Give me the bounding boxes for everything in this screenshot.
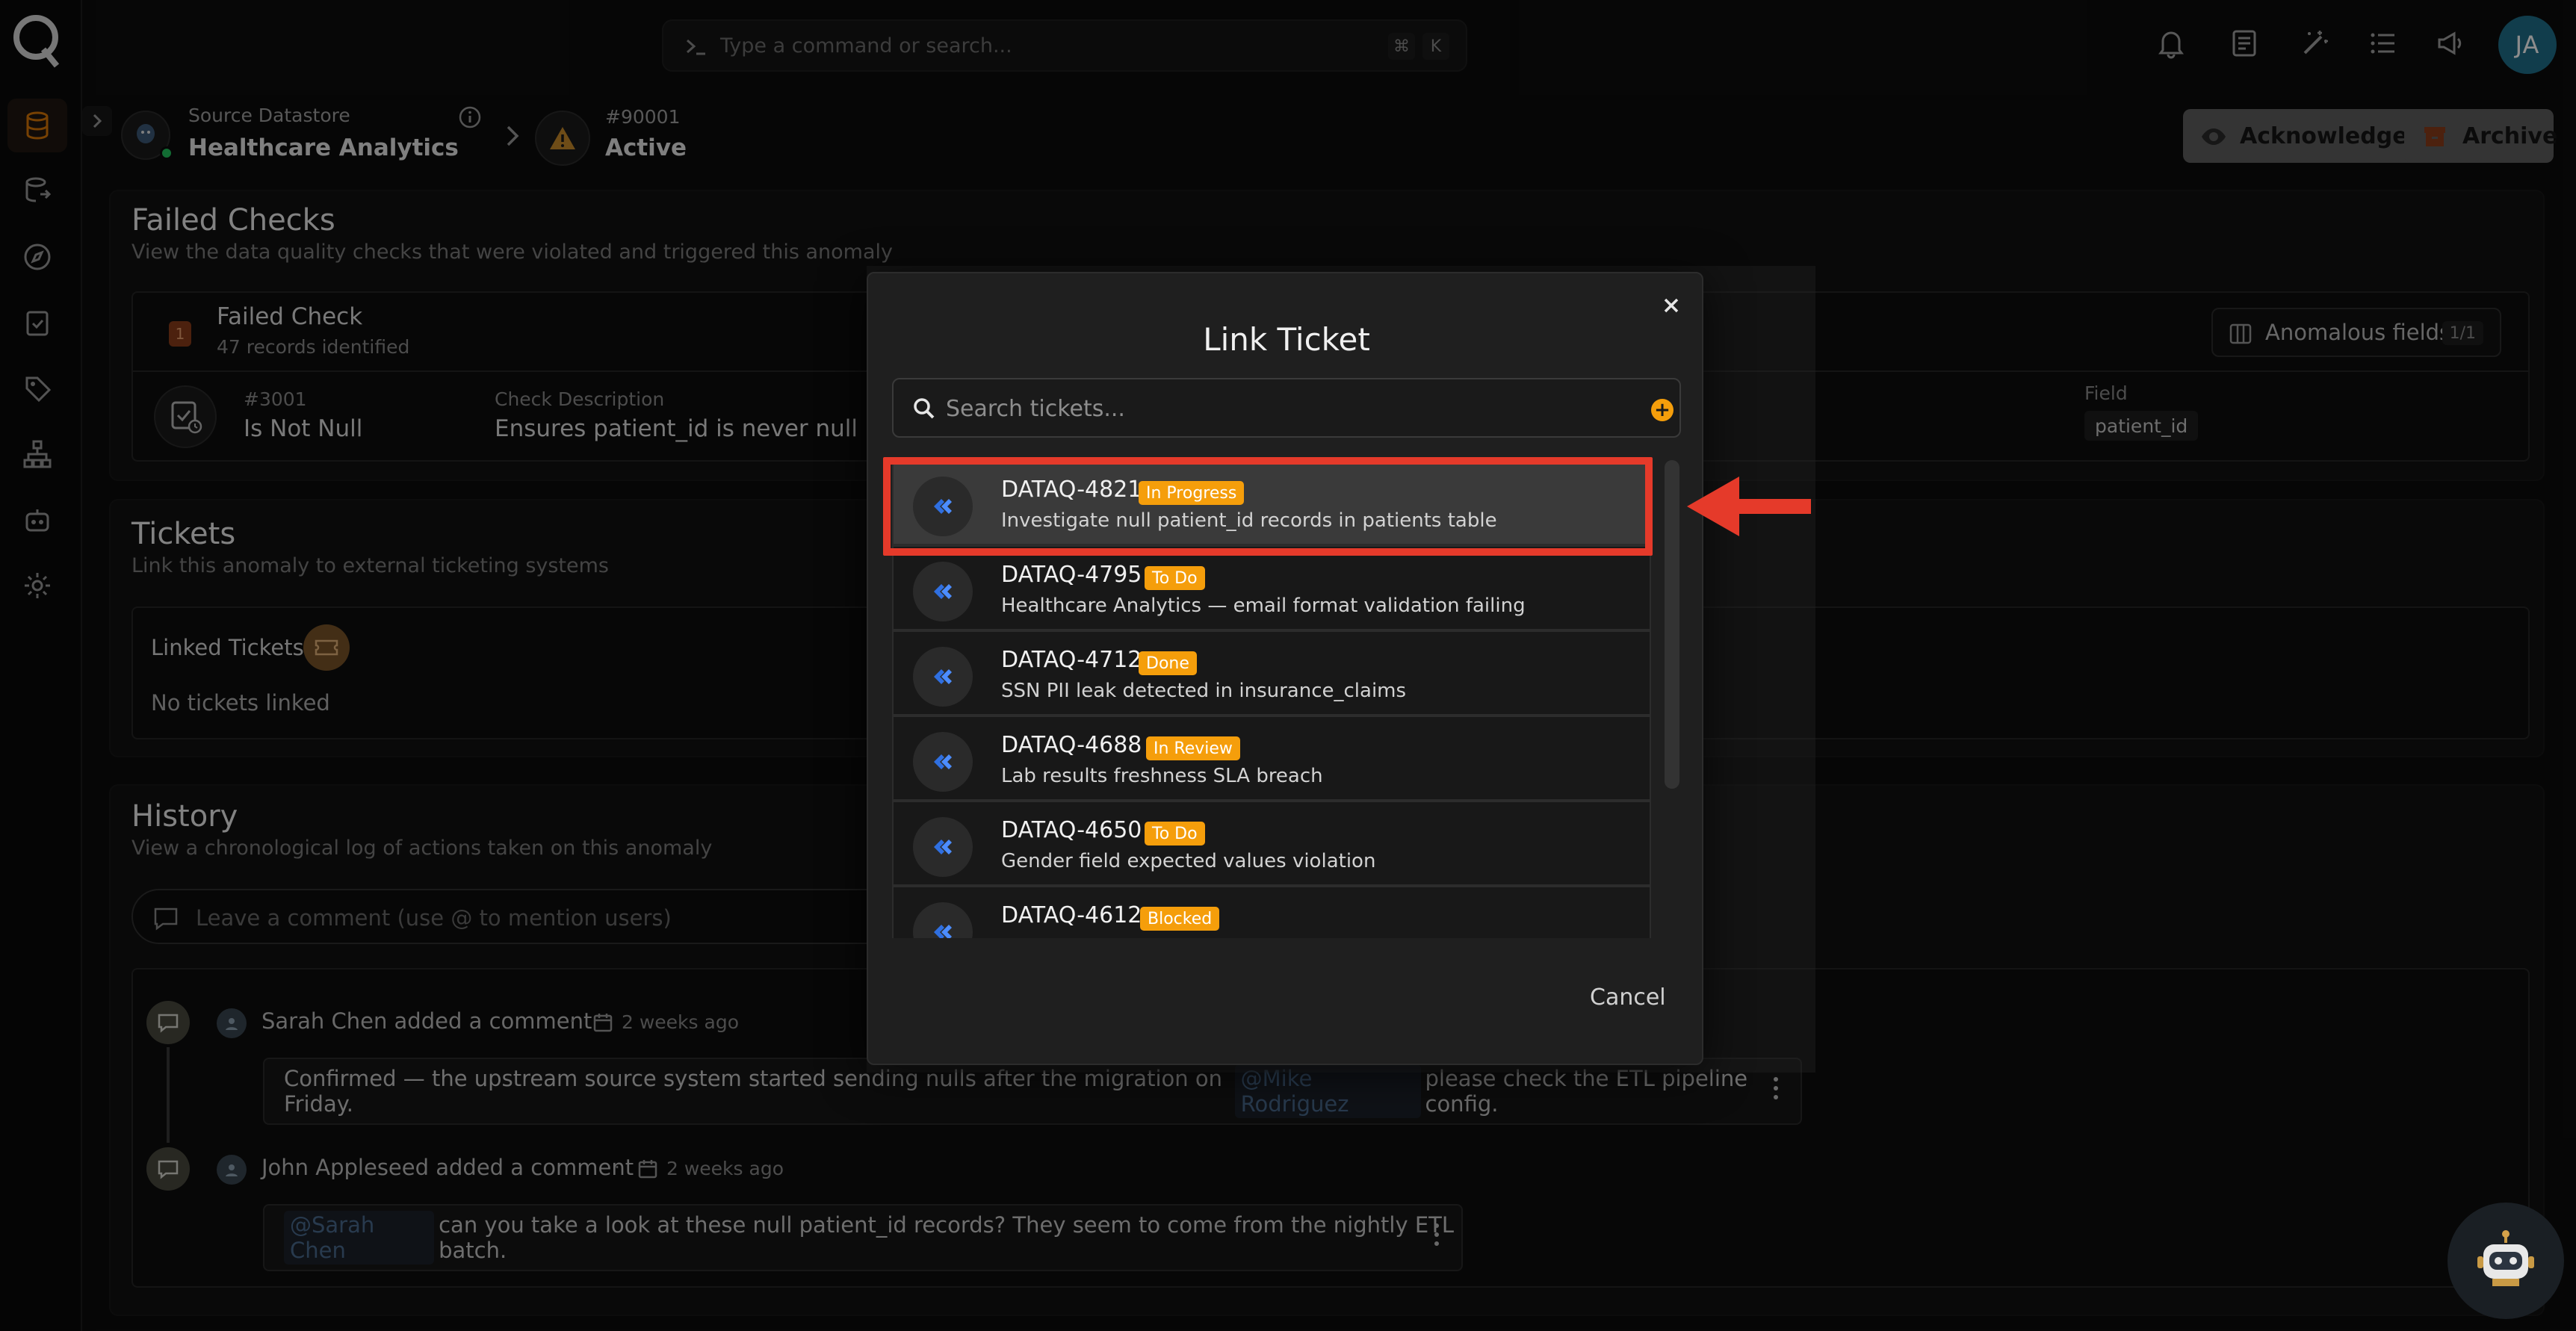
status-badge: To Do <box>1145 566 1205 590</box>
ticket-description: Gender field expected values violation <box>1001 850 1376 872</box>
ticket-key: DATAQ-4688 <box>1001 732 1142 758</box>
ticket-row[interactable]: DATAQ-4612 Blocked <box>892 886 1651 938</box>
ticket-row[interactable]: DATAQ-4650 To Do Gender field expected v… <box>892 801 1651 886</box>
jira-icon <box>913 732 973 792</box>
pointer-arrow-icon <box>1687 477 1811 536</box>
ticket-description: Lab results freshness SLA breach <box>1001 765 1323 787</box>
ticket-key: DATAQ-4712 <box>1001 647 1142 673</box>
ticket-description: Healthcare Analytics — email format vali… <box>1001 595 1526 617</box>
status-badge: Blocked <box>1140 907 1220 931</box>
highlight-box <box>883 457 1653 556</box>
ticket-list-scrollbar[interactable] <box>1665 460 1679 789</box>
close-icon[interactable] <box>1659 293 1684 318</box>
jira-icon <box>913 647 973 707</box>
app-root: Type a command or search... ⌘ K JA Sourc… <box>0 0 2576 1331</box>
status-badge: To Do <box>1145 822 1205 846</box>
create-ticket-plus-icon[interactable]: + <box>1651 399 1674 421</box>
jira-icon <box>913 902 973 938</box>
ticket-row[interactable]: DATAQ-4795 To Do Healthcare Analytics — … <box>892 545 1651 630</box>
modal-title: Link Ticket <box>1203 321 1370 358</box>
cancel-button[interactable]: Cancel <box>1590 984 1666 1011</box>
ticket-description: SSN PII leak detected in insurance_claim… <box>1001 680 1407 702</box>
ticket-search-field: + <box>892 378 1681 438</box>
jira-icon <box>913 562 973 621</box>
ticket-key: DATAQ-4795 <box>1001 562 1142 588</box>
link-ticket-modal: Link Ticket + DATAQ-4821 In Progress Inv… <box>867 272 1703 1065</box>
status-badge: Done <box>1139 651 1197 675</box>
ticket-row[interactable]: DATAQ-4688 In Review Lab results freshne… <box>892 716 1651 801</box>
ticket-key: DATAQ-4650 <box>1001 817 1142 843</box>
ticket-row[interactable]: DATAQ-4712 Done SSN PII leak detected in… <box>892 630 1651 716</box>
ticket-key: DATAQ-4612 <box>1001 902 1142 928</box>
ticket-search-input[interactable] <box>946 390 1603 427</box>
assistant-robot-icon[interactable] <box>2447 1203 2564 1319</box>
status-badge: In Review <box>1146 736 1240 760</box>
jira-icon <box>913 817 973 877</box>
search-icon <box>914 398 935 419</box>
